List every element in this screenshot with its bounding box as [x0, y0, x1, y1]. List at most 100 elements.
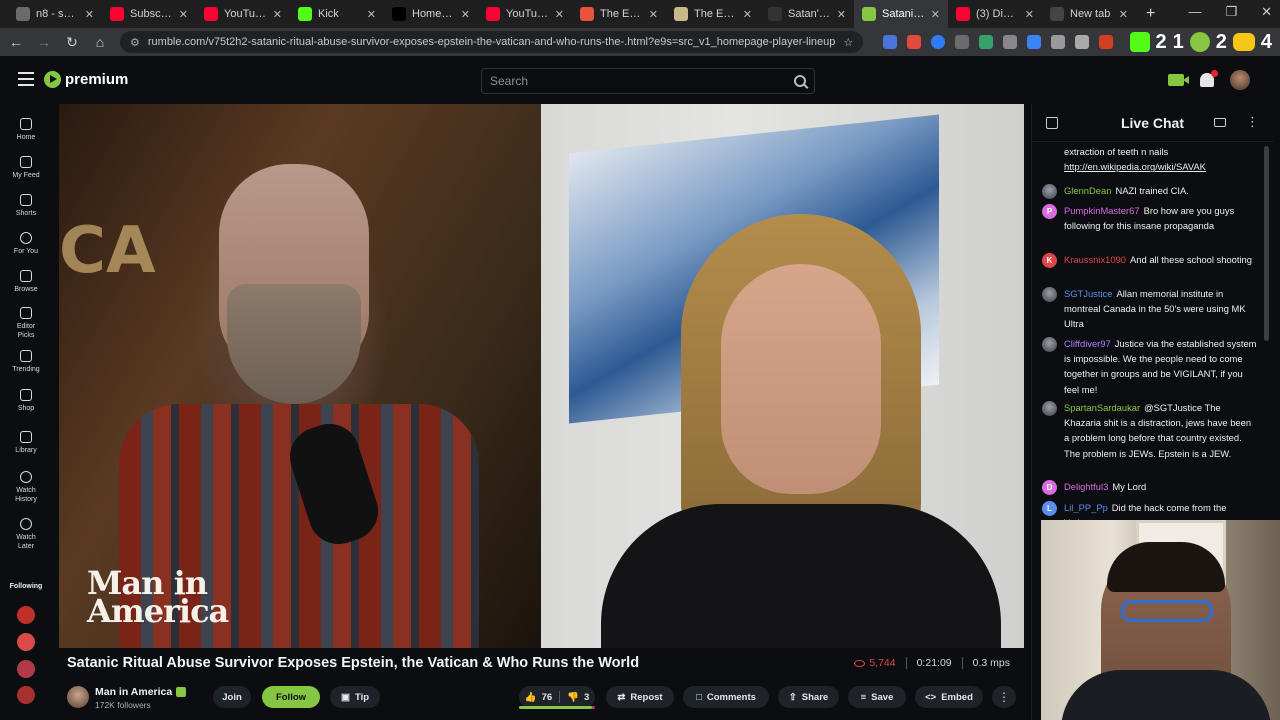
close-tab-icon[interactable]: ✕ — [649, 8, 658, 21]
chat-username[interactable]: Lil_PP_Pp — [1064, 502, 1108, 513]
chat-user-avatar[interactable]: K — [1042, 253, 1057, 268]
reload-icon[interactable]: ↻ — [64, 34, 80, 51]
browser-tab[interactable]: Kick ✕ — [290, 0, 384, 28]
followed-channel-avatar[interactable] — [17, 633, 35, 651]
extension-icon[interactable] — [1003, 35, 1018, 49]
browser-tab[interactable]: New tab ✕ — [1042, 0, 1136, 28]
browser-tab[interactable]: Satan's Silen ✕ — [760, 0, 854, 28]
chat-user-avatar[interactable] — [1042, 401, 1057, 416]
forward-icon[interactable]: → — [36, 34, 52, 50]
notifications-icon[interactable] — [1200, 70, 1218, 87]
save-button[interactable]: ≡ Save — [848, 686, 906, 708]
kick-icon[interactable] — [1129, 32, 1150, 52]
chat-user-avatar[interactable]: D — [1042, 480, 1057, 495]
close-tab-icon[interactable]: ✕ — [85, 8, 94, 21]
chat-scrollbar[interactable] — [1264, 146, 1269, 341]
thumb-down-icon[interactable]: 👎 — [567, 692, 579, 703]
close-tab-icon[interactable]: ✕ — [555, 8, 564, 21]
chat-user-avatar[interactable] — [1042, 184, 1057, 199]
extension-icon[interactable] — [955, 35, 970, 49]
join-button[interactable]: Join — [213, 686, 251, 708]
followed-channel-avatar[interactable] — [17, 686, 35, 704]
nav-item-trending[interactable]: Trending — [0, 350, 52, 374]
chat-username[interactable]: Cliffdiver97 — [1064, 338, 1111, 349]
search-input[interactable] — [490, 74, 794, 88]
chat-user-avatar[interactable] — [1042, 287, 1057, 302]
nav-item-shorts[interactable]: Shorts — [0, 194, 52, 218]
nav-item-my-feed[interactable]: My Feed — [0, 156, 52, 180]
bookmark-star-icon[interactable]: ☆ — [843, 36, 853, 49]
nav-item-browse[interactable]: Browse — [0, 270, 52, 294]
extension-icon[interactable] — [883, 35, 898, 49]
browser-tab[interactable]: Satanic R ✕ — [854, 0, 948, 28]
extension-icon[interactable] — [1099, 35, 1114, 49]
tip-button[interactable]: ▣ Tip — [330, 686, 380, 708]
nav-item-watch-history[interactable]: Watch History — [0, 471, 52, 504]
browser-tab[interactable]: YouTube ✕ — [196, 0, 290, 28]
home-browser-icon[interactable]: ⌂ — [92, 34, 108, 50]
browser-tab[interactable]: Home / X ✕ — [384, 0, 478, 28]
nav-item-watch-later[interactable]: Watch Later — [0, 518, 52, 551]
channel-avatar[interactable] — [67, 686, 89, 708]
close-window-icon[interactable]: ✕ — [1261, 4, 1272, 20]
close-tab-icon[interactable]: ✕ — [1025, 8, 1034, 21]
nav-item-for-you[interactable]: For You — [0, 232, 52, 256]
follow-button[interactable]: Follow — [262, 686, 320, 708]
chat-username[interactable]: PumpkinMaster67 — [1064, 205, 1140, 216]
chat-more-icon[interactable]: ⋮ — [1246, 114, 1259, 130]
channel-name[interactable]: Man in America — [95, 686, 187, 698]
chat-username[interactable]: SGTJustice — [1064, 288, 1112, 299]
browser-tab[interactable]: (3) Did We R ✕ — [948, 0, 1042, 28]
followed-channel-avatar[interactable] — [17, 660, 35, 678]
chat-link[interactable]: http://en.wikipedia.org/wiki/SAVAK — [1064, 161, 1206, 172]
chat-username[interactable]: GlennDean — [1064, 185, 1111, 196]
share-button[interactable]: ⇧ Share — [778, 686, 839, 708]
chat-username[interactable]: SpartanSardaukar — [1064, 402, 1140, 413]
comments-button[interactable]: □ Comments — [683, 686, 769, 708]
nav-item-library[interactable]: Library — [0, 431, 52, 455]
browser-tab[interactable]: YouTube Mu ✕ — [478, 0, 572, 28]
chat-user-avatar[interactable]: P — [1042, 204, 1057, 219]
thumb-up-icon[interactable]: 👍 — [525, 692, 537, 703]
new-tab-icon[interactable]: + — [1146, 5, 1155, 23]
browser-tab[interactable]: The Epstein ✕ — [666, 0, 760, 28]
extension-icon[interactable] — [931, 35, 946, 49]
site-info-icon[interactable]: ⚙ — [130, 36, 140, 49]
more-options-icon[interactable]: ⋮ — [992, 686, 1016, 708]
extension-icon[interactable] — [979, 35, 994, 49]
nav-item-home[interactable]: Home — [0, 118, 52, 142]
close-tab-icon[interactable]: ✕ — [837, 8, 846, 21]
embed-button[interactable]: <> Embed — [915, 686, 983, 708]
back-icon[interactable]: ← — [8, 34, 24, 50]
repost-button[interactable]: ⇄ Repost — [606, 686, 674, 708]
close-tab-icon[interactable]: ✕ — [1119, 8, 1128, 21]
rumble-icon[interactable] — [1189, 32, 1210, 52]
chat-username[interactable]: Kraussnix1090 — [1064, 254, 1126, 265]
extension-icon[interactable] — [1027, 35, 1042, 49]
address-bar[interactable]: ⚙ rumble.com/v75t2h2-satanic-ritual-abus… — [120, 31, 864, 53]
browser-tab[interactable]: n8 - socials ✕ — [8, 0, 102, 28]
goggles-icon[interactable] — [1232, 33, 1255, 51]
chat-username[interactable]: Delightful3 — [1064, 481, 1108, 492]
popout-chat-icon[interactable] — [1214, 118, 1226, 127]
close-tab-icon[interactable]: ✕ — [273, 8, 282, 21]
extension-icon[interactable] — [907, 35, 922, 49]
close-tab-icon[interactable]: ✕ — [179, 8, 188, 21]
close-tab-icon[interactable]: ✕ — [931, 8, 940, 21]
nav-item-shop[interactable]: Shop — [0, 389, 52, 413]
upload-icon[interactable] — [1168, 74, 1189, 86]
extension-icon[interactable] — [1051, 35, 1066, 49]
video-player[interactable]: CA Man in America — [59, 104, 1024, 648]
user-avatar[interactable] — [1230, 70, 1250, 90]
minimize-icon[interactable]: — — [1188, 4, 1201, 20]
rumble-logo[interactable]: premium — [44, 71, 128, 88]
chat-user-avatar[interactable] — [1042, 337, 1057, 352]
search-icon[interactable] — [794, 75, 806, 87]
followed-channel-avatar[interactable] — [17, 606, 35, 624]
restore-icon[interactable]: ❐ — [1225, 4, 1237, 20]
puzzle-icon[interactable] — [1075, 35, 1090, 49]
browser-tab[interactable]: Subscriptions ✕ — [102, 0, 196, 28]
menu-icon[interactable] — [18, 72, 34, 86]
nav-item-editor-picks[interactable]: Editor Picks — [0, 307, 52, 340]
chat-user-avatar[interactable]: L — [1042, 501, 1057, 516]
